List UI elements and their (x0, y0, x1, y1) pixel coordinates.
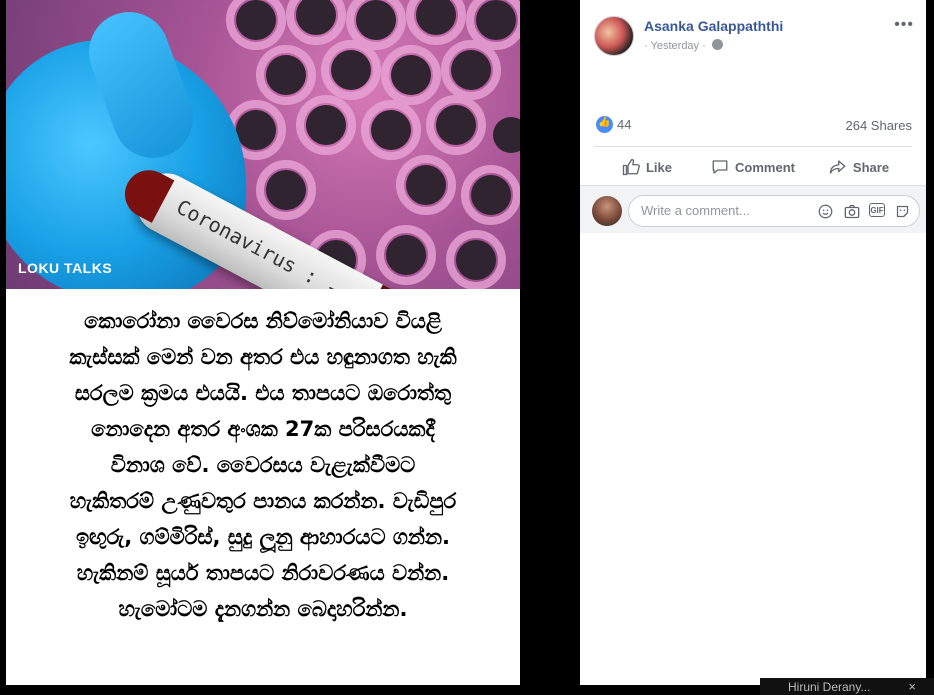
photo-caption-block: කොරෝනා වෛරස නිව්මෝනියාව වියළි කැස්සක් මෙ… (6, 289, 520, 685)
share-button[interactable]: Share (806, 150, 912, 184)
photo-viewer: Coronavirus : - + ✓ LOKU TALKS කොරෝනා වෛ… (0, 0, 934, 695)
viewer-avatar (592, 196, 622, 226)
caption-line: සරලම ක්‍රමය එයයි. එය තාපයට ඔරොත්තු (74, 381, 452, 405)
post-stats: 44 264 Shares (596, 116, 912, 138)
caption-line: කැස්සක් මෙන් වන අතර එය හඳුනාගත හැකි (69, 345, 457, 369)
vial-negative: - (321, 274, 373, 289)
share-label: Share (852, 159, 890, 175)
globe-icon[interactable] (711, 39, 723, 50)
more-options-button[interactable]: ••• (894, 16, 914, 34)
reactions-summary[interactable]: 44 (596, 116, 632, 134)
photo-image: Coronavirus : - + ✓ LOKU TALKS (6, 0, 520, 289)
camera-icon[interactable] (843, 203, 860, 220)
shares-count-link[interactable]: 264 Shares (846, 118, 913, 133)
sticker-icon[interactable] (894, 203, 911, 220)
like-button[interactable]: Like (594, 150, 700, 184)
like-reaction-icon (596, 116, 613, 134)
emoji-icon[interactable] (817, 203, 834, 220)
comment-tools: GIF (817, 203, 911, 220)
post-timestamp[interactable]: Yesterday (651, 40, 700, 52)
close-icon[interactable]: × (908, 679, 916, 694)
meta-separator: · (699, 40, 709, 52)
chat-tab[interactable]: Hiruni Derany... × (760, 678, 934, 695)
caption-line: ඉඟුරු, ගම්මිරිස්, සුදු ලූනු ආහාරයට ගන්න. (76, 525, 450, 549)
comment-button[interactable]: Comment (700, 150, 806, 184)
post-meta: · Yesterday · (644, 39, 723, 52)
post-photo[interactable]: Coronavirus : - + ✓ LOKU TALKS කොරෝනා වෛ… (6, 0, 520, 685)
caption-line: හැකිතරම් උණුවතුර පානය කරන්න. වැඩිපුර (69, 489, 457, 513)
like-label: Like (645, 159, 672, 175)
comment-icon (712, 160, 728, 174)
post-side-panel: Asanka Galappaththi · Yesterday · ••• 44… (580, 0, 926, 685)
comment-label: Comment (735, 159, 795, 175)
chat-contact-name: Hiruni Derany... (788, 680, 871, 694)
thumbs-up-icon (622, 158, 640, 176)
caption-line: හැමෝටම දැනගන්න බෙදාහරින්න. (118, 597, 408, 621)
photo-watermark: LOKU TALKS (18, 260, 113, 276)
share-icon (829, 160, 846, 174)
post-header: Asanka Galappaththi · Yesterday · ••• (594, 14, 914, 58)
comment-input-box[interactable]: GIF (628, 195, 920, 227)
author-avatar[interactable] (594, 16, 634, 56)
gif-icon[interactable]: GIF (869, 203, 885, 217)
comment-composer: GIF (580, 185, 926, 233)
reaction-count: 44 (617, 117, 632, 133)
caption-line: විනාශ වේ. වෛරසය වැළැක්වීමට (110, 453, 416, 477)
author-name-link[interactable]: Asanka Galappaththi (644, 18, 783, 34)
divider (594, 146, 912, 147)
caption-line: නොදෙන අතර අංශක 27ක පරිසරයකදී (91, 417, 435, 441)
comment-input[interactable] (641, 203, 801, 218)
caption-line: හැකිනම් සූර්ය තාපයට නිරාවරණය වන්න. (76, 561, 450, 585)
post-actions: Like Comment Share (594, 150, 912, 184)
caption-line: කොරෝනා වෛරස නිව්මෝනියාව වියළි (84, 309, 442, 333)
